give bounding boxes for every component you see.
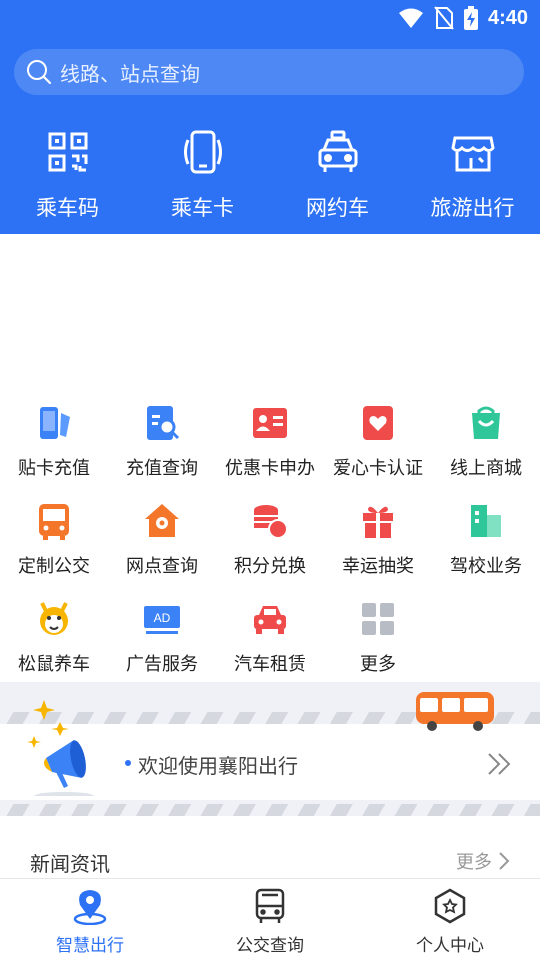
quick-action-label: 乘车卡: [171, 196, 234, 220]
service-label: 定制公交: [18, 556, 90, 577]
news-section-header: 新闻资讯 更多: [0, 840, 540, 880]
document-search-icon: [147, 406, 180, 440]
profile-hexagon-icon: [434, 888, 466, 924]
megaphone-icon: [27, 700, 94, 796]
svg-text:AD: AD: [154, 611, 171, 625]
wifi-icon: [398, 8, 423, 28]
quick-action-label: 乘车码: [36, 196, 99, 220]
service-love-card-verify[interactable]: 爱心卡认证: [324, 400, 432, 498]
service-label: 幸运抽奖: [342, 556, 414, 577]
no-sim-icon: [434, 6, 454, 30]
service-label: 广告服务: [126, 654, 198, 675]
phone-card-tap-icon: [40, 407, 70, 439]
news-more-label: 更多: [456, 852, 492, 873]
service-car-rental[interactable]: 汽车租赁: [216, 596, 324, 694]
squirrel-icon: [40, 602, 68, 635]
bottom-tab-bar: 智慧出行 公交查询 个人中心: [0, 878, 540, 960]
phone-card-icon: [183, 130, 222, 174]
quick-actions: 乘车码 乘车卡 网约车 旅游出行: [0, 128, 540, 222]
service-outlet-query[interactable]: 网点查询: [108, 498, 216, 596]
tab-label: 公交查询: [236, 936, 304, 956]
service-label: 贴卡充值: [18, 458, 90, 479]
location-pin-icon: [73, 890, 107, 925]
service-label: 优惠卡申办: [225, 458, 315, 479]
search-input[interactable]: 线路、站点查询: [14, 49, 524, 95]
taxi-icon: [318, 130, 357, 172]
service-card-tap-recharge[interactable]: 贴卡充值: [0, 400, 108, 498]
service-lucky-draw[interactable]: 幸运抽奖: [324, 498, 432, 596]
service-label: 松鼠养车: [18, 654, 90, 675]
tab-smart-travel[interactable]: 智慧出行: [0, 879, 180, 960]
service-points-exchange[interactable]: 积分兑换: [216, 498, 324, 596]
bus-illustration-icon: [416, 692, 494, 731]
service-label: 更多: [360, 654, 396, 675]
quick-action-ride-hailing[interactable]: 网约车: [270, 128, 405, 222]
service-discount-card-apply[interactable]: 优惠卡申办: [216, 400, 324, 498]
news-title: 新闻资讯: [30, 852, 110, 876]
tab-label: 智慧出行: [56, 936, 124, 956]
double-chevron-right-icon[interactable]: [486, 752, 512, 776]
service-advertising[interactable]: AD 广告服务: [108, 596, 216, 694]
notice-banner[interactable]: 欢迎使用襄阳出行: [0, 682, 540, 816]
service-label: 充值查询: [126, 458, 198, 479]
quick-action-travel[interactable]: 旅游出行: [405, 128, 540, 222]
service-label: 线上商城: [450, 458, 522, 479]
notice-text: 欢迎使用襄阳出行: [138, 754, 298, 778]
service-driving-school[interactable]: 驾校业务: [432, 498, 540, 596]
shopping-bag-icon: [472, 406, 500, 439]
home-pin-icon: [145, 504, 179, 537]
store-icon: [450, 136, 495, 172]
ad-icon: AD: [144, 606, 180, 634]
header: 4:40 线路、站点查询 乘车码 乘车卡 网约车 旅游出行: [0, 0, 540, 234]
service-grid: 贴卡充值 充值查询 优惠卡申办 爱心卡认证 线上商城 定制公交 网点查询 积分兑…: [0, 400, 540, 694]
service-custom-bus[interactable]: 定制公交: [0, 498, 108, 596]
service-label: 汽车租赁: [234, 654, 306, 675]
building-icon: [471, 505, 501, 537]
coins-icon: [254, 505, 288, 539]
service-squirrel-car-care[interactable]: 松鼠养车: [0, 596, 108, 694]
notice-bullet: [125, 760, 131, 766]
quick-action-label: 旅游出行: [430, 196, 515, 220]
bus-icon: [39, 504, 69, 540]
status-time: 4:40: [487, 6, 528, 29]
service-label: 网点查询: [126, 556, 198, 577]
service-label: 驾校业务: [450, 556, 522, 577]
service-label: 积分兑换: [234, 556, 306, 577]
tab-label: 个人中心: [416, 936, 484, 956]
service-label: 爱心卡认证: [333, 458, 423, 479]
car-icon: [254, 606, 286, 634]
tab-personal-center[interactable]: 个人中心: [360, 879, 540, 960]
qr-code-icon: [48, 132, 87, 172]
chevron-right-icon: [499, 852, 510, 870]
service-more[interactable]: 更多: [324, 596, 432, 694]
bus-front-icon: [255, 888, 285, 923]
news-more-link[interactable]: 更多: [456, 848, 510, 874]
quick-action-ride-code[interactable]: 乘车码: [0, 128, 135, 222]
quick-action-label: 网约车: [306, 196, 369, 220]
gift-icon: [363, 506, 393, 538]
heart-card-icon: [363, 406, 393, 440]
stripe-divider: [0, 804, 540, 816]
status-bar: 4:40: [0, 0, 540, 36]
id-card-icon: [253, 408, 287, 438]
grid-more-icon: [362, 603, 394, 635]
battery-charging-icon: [463, 6, 478, 30]
search-placeholder: 线路、站点查询: [60, 61, 200, 86]
tab-bus-query[interactable]: 公交查询: [180, 879, 360, 960]
service-online-mall[interactable]: 线上商城: [432, 400, 540, 498]
search-icon: [27, 60, 52, 85]
service-recharge-query[interactable]: 充值查询: [108, 400, 216, 498]
quick-action-ride-card[interactable]: 乘车卡: [135, 128, 270, 222]
